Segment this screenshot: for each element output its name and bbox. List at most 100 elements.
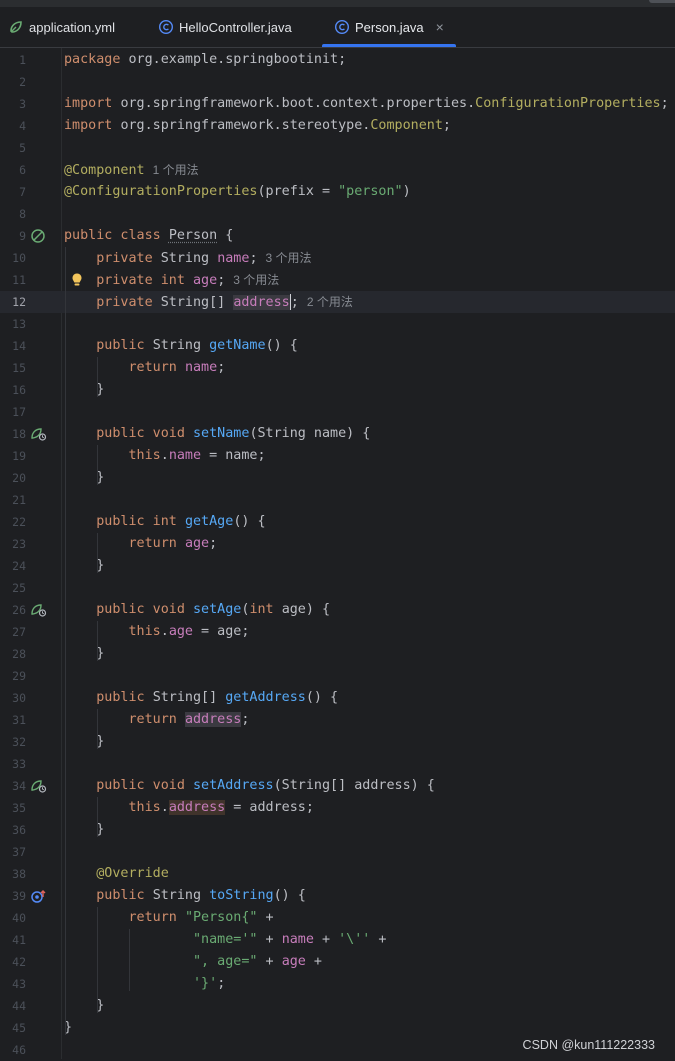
line-number[interactable]: 14 bbox=[0, 335, 26, 357]
line-number[interactable]: 39 bbox=[0, 885, 26, 907]
line-number[interactable]: 13 bbox=[0, 313, 26, 335]
line-number[interactable]: 38 bbox=[0, 863, 26, 885]
code-text[interactable]: public int getAge() { bbox=[64, 511, 266, 533]
line-number[interactable]: 10 bbox=[0, 247, 26, 269]
code-text[interactable]: @Override bbox=[64, 863, 169, 885]
line-number[interactable]: 2 bbox=[0, 71, 26, 93]
code-line[interactable]: 6 @Component 1 个用法 bbox=[0, 159, 675, 181]
code-text[interactable]: public void setAddress(String[] address)… bbox=[64, 775, 435, 797]
code-line[interactable]: 29 bbox=[0, 665, 675, 687]
code-line[interactable]: 40 return "Person{" + bbox=[0, 907, 675, 929]
code-text[interactable]: '}'; bbox=[64, 973, 225, 995]
line-number[interactable]: 12 bbox=[0, 291, 26, 313]
code-line[interactable]: 17 bbox=[0, 401, 675, 423]
code-line[interactable]: 9 public class Person { bbox=[0, 225, 675, 247]
code-text[interactable]: this.age = age; bbox=[64, 621, 249, 643]
code-line[interactable]: 26 public void setAge(int age) { bbox=[0, 599, 675, 621]
line-number[interactable]: 32 bbox=[0, 731, 26, 753]
code-text[interactable]: return name; bbox=[64, 357, 225, 379]
line-number[interactable]: 45 bbox=[0, 1017, 26, 1039]
code-line[interactable]: 14 public String getName() { bbox=[0, 335, 675, 357]
code-text[interactable]: } bbox=[64, 643, 104, 665]
line-number[interactable]: 29 bbox=[0, 665, 26, 687]
code-line[interactable]: 16 } bbox=[0, 379, 675, 401]
code-text[interactable]: } bbox=[64, 731, 104, 753]
code-line[interactable]: 4 import org.springframework.stereotype.C… bbox=[0, 115, 675, 137]
code-line[interactable]: 32 } bbox=[0, 731, 675, 753]
tab-application-yml[interactable]: application.yml bbox=[8, 7, 115, 47]
line-number[interactable]: 36 bbox=[0, 819, 26, 841]
line-number[interactable]: 33 bbox=[0, 753, 26, 775]
code-text[interactable]: public String toString() { bbox=[64, 885, 306, 907]
line-number[interactable]: 3 bbox=[0, 93, 26, 115]
line-number[interactable]: 21 bbox=[0, 489, 26, 511]
code-text[interactable]: private String name; 3 个用法 bbox=[64, 247, 312, 269]
code-line[interactable]: 20 } bbox=[0, 467, 675, 489]
line-number[interactable]: 22 bbox=[0, 511, 26, 533]
code-line[interactable]: 19 this.name = name; bbox=[0, 445, 675, 467]
code-line[interactable]: 3 import org.springframework.boot.context… bbox=[0, 93, 675, 115]
code-text[interactable]: this.address = address; bbox=[64, 797, 314, 819]
line-number[interactable]: 46 bbox=[0, 1039, 26, 1061]
code-line[interactable]: 33 bbox=[0, 753, 675, 775]
code-line[interactable]: 5 bbox=[0, 137, 675, 159]
spring-setter-icon[interactable] bbox=[30, 778, 48, 794]
code-line[interactable]: 22 public int getAge() { bbox=[0, 511, 675, 533]
line-number[interactable]: 19 bbox=[0, 445, 26, 467]
code-text[interactable]: } bbox=[64, 819, 104, 841]
spring-bean-icon[interactable] bbox=[30, 228, 48, 244]
code-line[interactable]: 30 public String[] getAddress() { bbox=[0, 687, 675, 709]
spring-setter-icon[interactable] bbox=[30, 602, 48, 618]
line-number[interactable]: 34 bbox=[0, 775, 26, 797]
code-line[interactable]: 45} bbox=[0, 1017, 675, 1039]
code-line[interactable]: 1 package org.example.springbootinit; bbox=[0, 49, 675, 71]
code-text[interactable]: } bbox=[64, 555, 104, 577]
code-line[interactable]: 25 bbox=[0, 577, 675, 599]
code-text[interactable]: @ConfigurationProperties(prefix = "perso… bbox=[64, 181, 411, 203]
usage-hint[interactable]: 1 个用法 bbox=[153, 163, 199, 177]
code-text[interactable]: private String[] address; 2 个用法 bbox=[64, 291, 353, 313]
code-line[interactable]: 36 } bbox=[0, 819, 675, 841]
code-text[interactable]: this.name = name; bbox=[64, 445, 266, 467]
tab-person-java[interactable]: Person.java × bbox=[322, 7, 456, 47]
code-line[interactable]: 21 bbox=[0, 489, 675, 511]
line-number[interactable]: 17 bbox=[0, 401, 26, 423]
code-text[interactable]: public void setName(String name) { bbox=[64, 423, 370, 445]
line-number[interactable]: 9 bbox=[0, 225, 26, 247]
code-line[interactable]: 41 "name='" + name + '\'' + bbox=[0, 929, 675, 951]
code-line[interactable]: 23 return age; bbox=[0, 533, 675, 555]
code-line[interactable]: 28 } bbox=[0, 643, 675, 665]
line-number[interactable]: 27 bbox=[0, 621, 26, 643]
code-line[interactable]: 12 private String[] address; 2 个用法 bbox=[0, 291, 675, 313]
line-number[interactable]: 7 bbox=[0, 181, 26, 203]
override-method-icon[interactable] bbox=[30, 888, 48, 904]
line-number[interactable]: 43 bbox=[0, 973, 26, 995]
code-line[interactable]: 42 ", age=" + age + bbox=[0, 951, 675, 973]
code-line[interactable]: 44 } bbox=[0, 995, 675, 1017]
line-number[interactable]: 41 bbox=[0, 929, 26, 951]
line-number[interactable]: 31 bbox=[0, 709, 26, 731]
line-number[interactable]: 24 bbox=[0, 555, 26, 577]
line-number[interactable]: 6 bbox=[0, 159, 26, 181]
close-icon[interactable]: × bbox=[436, 19, 444, 35]
code-line[interactable]: 2 bbox=[0, 71, 675, 93]
code-line[interactable]: 18 public void setName(String name) { bbox=[0, 423, 675, 445]
code-line[interactable]: 8 bbox=[0, 203, 675, 225]
usage-hint[interactable]: 3 个用法 bbox=[233, 273, 279, 287]
code-line[interactable]: 39 public String toString() { bbox=[0, 885, 675, 907]
code-line[interactable]: 35 this.address = address; bbox=[0, 797, 675, 819]
code-text[interactable]: } bbox=[64, 379, 104, 401]
code-text[interactable]: } bbox=[64, 995, 104, 1017]
code-text[interactable]: package org.example.springbootinit; bbox=[64, 49, 346, 71]
code-text[interactable]: private int age; 3 个用法 bbox=[64, 269, 279, 291]
code-line[interactable]: 10 private String name; 3 个用法 bbox=[0, 247, 675, 269]
code-line[interactable]: 11 private int age; 3 个用法 bbox=[0, 269, 675, 291]
line-number[interactable]: 42 bbox=[0, 951, 26, 973]
line-number[interactable]: 18 bbox=[0, 423, 26, 445]
code-text[interactable]: } bbox=[64, 467, 104, 489]
line-number[interactable]: 8 bbox=[0, 203, 26, 225]
code-text[interactable]: import org.springframework.boot.context.… bbox=[64, 93, 669, 115]
code-text[interactable]: return age; bbox=[64, 533, 217, 555]
spring-setter-icon[interactable] bbox=[30, 426, 48, 442]
code-line[interactable]: 27 this.age = age; bbox=[0, 621, 675, 643]
